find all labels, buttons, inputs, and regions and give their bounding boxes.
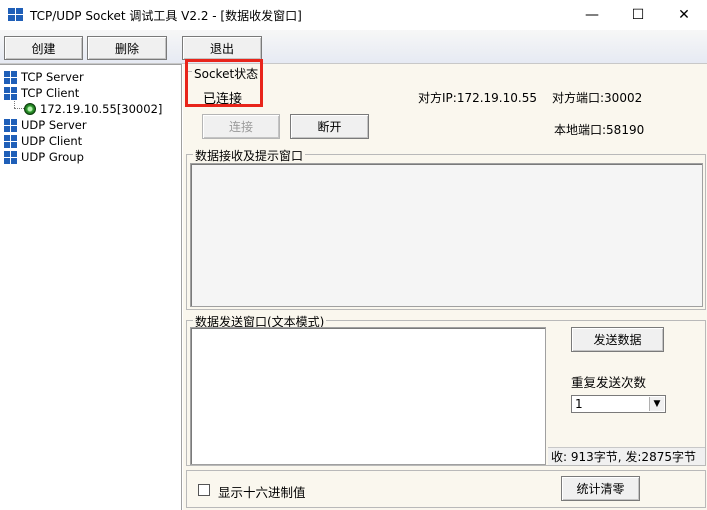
create-button[interactable]: 创建 bbox=[4, 36, 83, 60]
minimize-button[interactable]: — bbox=[569, 0, 615, 30]
repeat-count-label: 重复发送次数 bbox=[571, 375, 647, 390]
connect-button[interactable]: 连接 bbox=[202, 114, 280, 139]
traffic-stats: 收: 913字节, 发:2875字节 bbox=[548, 447, 705, 465]
maximize-icon: ☐ bbox=[631, 7, 645, 23]
tree-item-tcp-server[interactable]: TCP Server bbox=[4, 69, 84, 85]
delete-button[interactable]: 删除 bbox=[87, 36, 167, 60]
app-icon bbox=[8, 8, 24, 22]
network-node-icon bbox=[4, 70, 17, 84]
status-highlight-box bbox=[185, 59, 263, 107]
send-panel: 数据发送窗口(文本模式) 发送数据 重复发送次数 1 ▼ 收: 913字节, 发… bbox=[183, 312, 707, 468]
tree-item-udp-server[interactable]: UDP Server bbox=[4, 117, 87, 133]
exit-button[interactable]: 退出 bbox=[182, 36, 262, 60]
tree-item-udp-client[interactable]: UDP Client bbox=[4, 133, 82, 149]
hex-display-checkbox[interactable] bbox=[198, 484, 210, 496]
tree-item-tcp-client[interactable]: TCP Client bbox=[4, 85, 79, 101]
close-icon: ✕ bbox=[678, 7, 690, 23]
remote-port: 对方端口:30002 bbox=[552, 91, 643, 105]
tree-item-label: TCP Client bbox=[21, 86, 80, 100]
window-title: TCP/UDP Socket 调试工具 V2.2 - [数据收发窗口] bbox=[30, 9, 302, 23]
title-bar: TCP/UDP Socket 调试工具 V2.2 - [数据收发窗口] — ☐ … bbox=[0, 0, 707, 30]
clear-stats-button[interactable]: 统计清零 bbox=[561, 476, 640, 501]
maximize-button[interactable]: ☐ bbox=[615, 0, 661, 30]
local-port: 本地端口:58190 bbox=[554, 123, 645, 137]
connection-tree[interactable]: TCP Server TCP Client 172.19.10.55[30002… bbox=[0, 64, 182, 510]
connected-icon bbox=[24, 103, 36, 115]
tree-item-udp-group[interactable]: UDP Group bbox=[4, 149, 84, 165]
tree-item-label: UDP Client bbox=[21, 134, 83, 148]
minimize-icon: — bbox=[585, 7, 599, 23]
disconnect-button[interactable]: 断开 bbox=[290, 114, 369, 139]
close-button[interactable]: ✕ bbox=[661, 0, 707, 30]
network-node-icon bbox=[4, 134, 17, 148]
repeat-count-select[interactable]: 1 ▼ bbox=[571, 395, 666, 413]
send-data-button[interactable]: 发送数据 bbox=[571, 327, 664, 352]
tree-item-connection[interactable]: 172.19.10.55[30002] bbox=[24, 101, 162, 117]
network-node-icon bbox=[4, 86, 17, 100]
send-textarea[interactable] bbox=[190, 327, 546, 465]
remote-ip: 对方IP:172.19.10.55 bbox=[418, 91, 537, 105]
receive-panel: 数据接收及提示窗口 bbox=[183, 146, 707, 312]
network-node-icon bbox=[4, 118, 17, 132]
repeat-count-value: 1 bbox=[575, 397, 583, 411]
receive-group-label: 数据接收及提示窗口 bbox=[193, 147, 306, 164]
tree-item-label: TCP Server bbox=[21, 70, 84, 84]
chevron-down-icon[interactable]: ▼ bbox=[649, 397, 664, 411]
toolbar: 创建 删除 退出 bbox=[0, 30, 707, 64]
tree-item-label: 172.19.10.55[30002] bbox=[40, 102, 163, 116]
hex-display-label: 显示十六进制值 bbox=[218, 485, 306, 500]
network-node-icon bbox=[4, 150, 17, 164]
receive-textarea[interactable] bbox=[190, 163, 703, 307]
tree-item-label: UDP Group bbox=[21, 150, 84, 164]
tree-item-label: UDP Server bbox=[21, 118, 87, 132]
bottom-panel: 显示十六进制值 统计清零 bbox=[183, 468, 707, 510]
